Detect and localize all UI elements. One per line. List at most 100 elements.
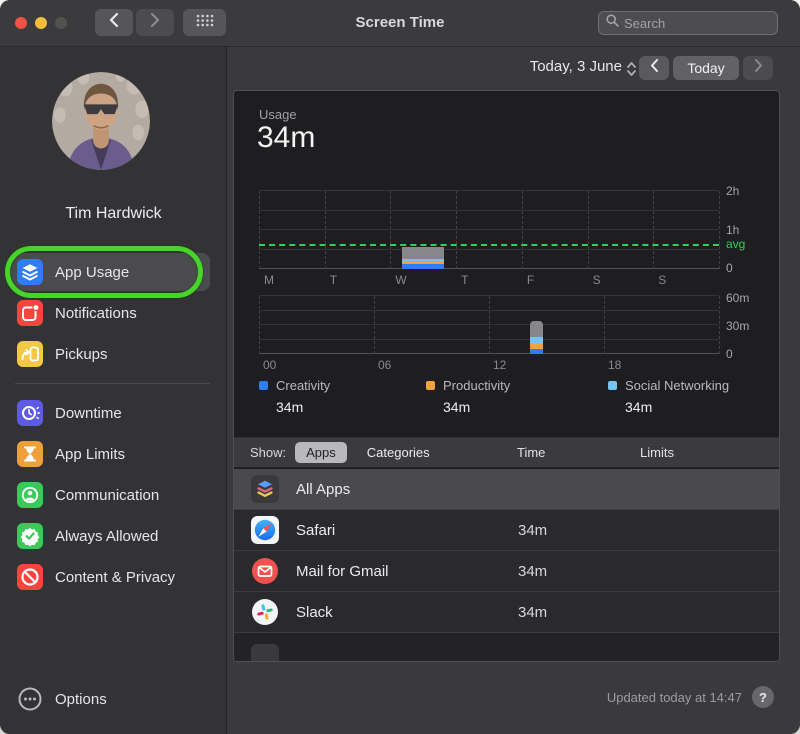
sidebar-item-communication[interactable]: Communication <box>0 476 225 514</box>
gridline <box>259 229 719 230</box>
table-row-mail-for-gmail[interactable]: Mail for Gmail34m <box>234 551 779 592</box>
sidebar-item-label: Communication <box>55 487 159 504</box>
gridline <box>588 191 589 269</box>
y-tick: 0 <box>726 347 733 361</box>
sidebar-item-label: Notifications <box>55 305 137 322</box>
hour-tick-label: 12 <box>493 358 506 372</box>
bar-segment-other <box>402 247 444 259</box>
table-row-safari[interactable]: Safari34m <box>234 510 779 551</box>
legend-item-productivity: Productivity 34m <box>426 378 510 415</box>
day-tick-label: T <box>330 273 337 287</box>
always-allowed-icon <box>17 523 43 549</box>
gridline <box>259 296 260 354</box>
y-tick: 2h <box>726 184 739 198</box>
usage-card: Usage 34m MTWTFSS 2h 1h avg 0 00061218 6… <box>233 90 780 662</box>
app-time: 34m <box>518 522 547 539</box>
segment-apps[interactable]: Apps <box>295 442 347 463</box>
gridline <box>522 191 523 269</box>
notifications-icon <box>17 300 43 326</box>
table-row-partial[interactable] <box>234 633 779 661</box>
chevron-left-icon <box>650 59 659 77</box>
updated-status: Updated today at 14:47 <box>607 690 742 705</box>
legend-value: 34m <box>276 399 330 415</box>
legend-item-social-networking: Social Networking34m <box>608 378 729 415</box>
app-icon-partial <box>251 644 279 663</box>
legend-value: 34m <box>443 399 510 415</box>
sidebar-item-content-privacy[interactable]: Content & Privacy <box>0 558 225 596</box>
screen-time-window: Screen Time Search <box>0 0 800 734</box>
date-stepper[interactable] <box>626 60 637 83</box>
gridline <box>259 191 260 269</box>
hour-tick-label: 18 <box>608 358 621 372</box>
gridline <box>259 210 719 211</box>
sidebar-item-label: Content & Privacy <box>55 569 175 586</box>
slack-icon <box>251 598 279 626</box>
table-row-all-apps[interactable]: All Apps <box>234 469 779 510</box>
today-button[interactable]: Today <box>673 56 739 80</box>
legend-name: Creativity <box>276 378 330 393</box>
gridline <box>259 190 719 191</box>
search-placeholder: Search <box>624 16 665 31</box>
avg-label: avg <box>726 237 745 251</box>
date-label: Today, 3 June <box>227 58 622 75</box>
sidebar-item-app-usage[interactable]: App Usage <box>10 253 210 291</box>
app-name: Slack <box>296 604 333 621</box>
options-ellipsis-icon <box>17 686 43 712</box>
help-button[interactable]: ? <box>752 686 774 708</box>
bar-segment-social-networking <box>530 337 543 345</box>
sidebar-item-downtime[interactable]: Downtime <box>0 394 225 432</box>
y-tick: 30m <box>726 319 749 333</box>
y-tick: 60m <box>726 291 749 305</box>
day-tick-label: W <box>395 273 406 287</box>
hourly-usage-chart <box>259 296 719 354</box>
table-row-slack[interactable]: Slack 34m <box>234 592 779 633</box>
options-label: Options <box>55 691 107 708</box>
hour-tick-label: 06 <box>378 358 391 372</box>
segment-categories[interactable]: Categories <box>356 442 441 463</box>
search-input[interactable]: Search <box>598 11 778 35</box>
sidebar-item-label: App Limits <box>55 446 125 463</box>
usage-bar <box>402 247 444 269</box>
gridline <box>604 296 605 354</box>
app-time: 34m <box>518 604 547 621</box>
next-day-button[interactable] <box>743 56 773 80</box>
gridline <box>259 249 719 250</box>
bar-segment-productivity <box>530 344 543 349</box>
gridline <box>653 191 654 269</box>
y-tick: 0 <box>726 261 733 275</box>
app-usage-list: All AppsSafari34mMail for Gmail34m Slack 3… <box>234 469 779 661</box>
sidebar-nav: App Usage Notifications Pickups Downtime App… <box>0 253 225 599</box>
content-privacy-icon <box>17 564 43 590</box>
sidebar-divider <box>15 383 210 384</box>
usage-bar <box>530 321 543 354</box>
usage-total: 34m <box>257 121 315 155</box>
mail-icon <box>251 557 279 585</box>
previous-day-button[interactable] <box>639 56 669 80</box>
downtime-icon <box>17 400 43 426</box>
gridline <box>719 296 720 354</box>
app-time: 34m <box>518 563 547 580</box>
bar-segment-social-networking <box>402 259 444 261</box>
gridline <box>489 296 490 354</box>
average-line <box>259 244 719 246</box>
sidebar-item-always-allowed[interactable]: Always Allowed <box>0 517 225 555</box>
legend-swatch <box>426 381 435 390</box>
bar-segment-other <box>530 321 543 336</box>
legend-name: Productivity <box>443 378 510 393</box>
sidebar-item-label: Pickups <box>55 346 108 363</box>
sidebar-item-notifications[interactable]: Notifications <box>0 294 225 332</box>
column-header-limits: Limits <box>640 445 674 460</box>
gridline <box>390 191 391 269</box>
y-tick: 1h <box>726 223 739 237</box>
show-label: Show: <box>250 445 286 460</box>
search-icon <box>606 14 619 32</box>
sidebar-item-app-limits[interactable]: App Limits <box>0 435 225 473</box>
gridline <box>374 296 375 354</box>
sidebar-item-pickups[interactable]: Pickups <box>0 335 225 373</box>
sidebar-item-options[interactable]: Options <box>0 686 107 712</box>
day-tick-label: F <box>527 273 534 287</box>
chevron-right-icon <box>754 59 763 77</box>
app-limits-icon <box>17 441 43 467</box>
gridline <box>259 268 719 269</box>
legend-name: Social Networking <box>625 378 729 393</box>
